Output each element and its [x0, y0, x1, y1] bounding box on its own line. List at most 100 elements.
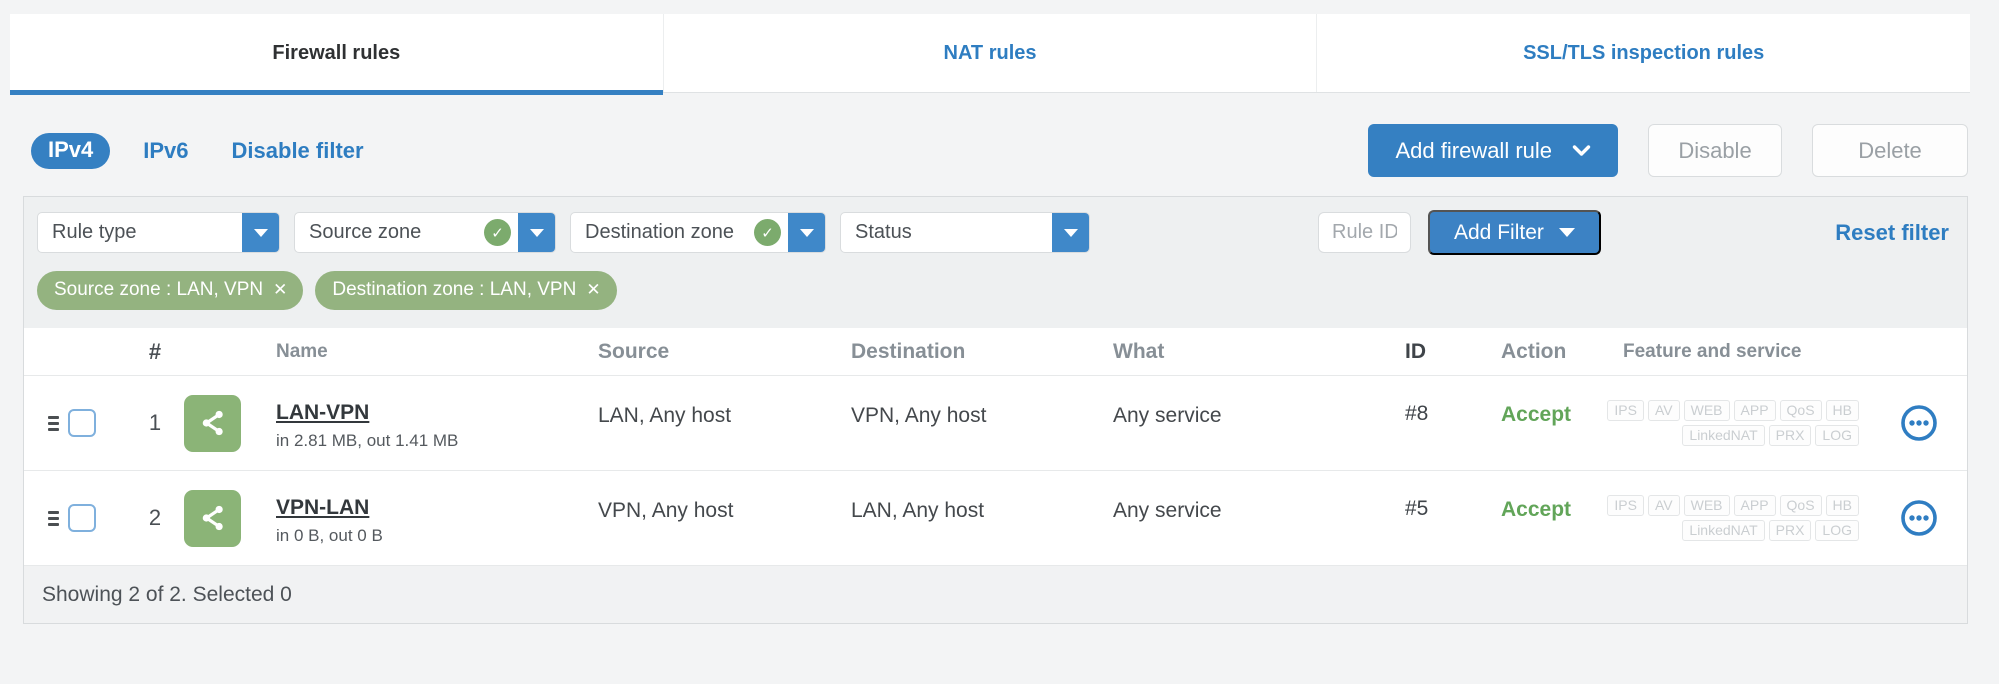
tab-firewall-rules-label: Firewall rules [272, 41, 401, 64]
row-checkbox[interactable] [68, 504, 96, 532]
source-zone-dropdown-label: Source zone [309, 221, 422, 243]
rule-id-input[interactable] [1318, 212, 1411, 253]
badge-ips: IPS [1607, 400, 1644, 421]
add-filter-button[interactable]: Add Filter [1428, 210, 1601, 255]
drag-handle[interactable] [47, 510, 59, 526]
badge-ips: IPS [1607, 495, 1644, 516]
row-checkbox[interactable] [68, 409, 96, 437]
rule-traffic-stats: in 2.81 MB, out 1.41 MB [276, 431, 459, 450]
tab-nat-rules[interactable]: NAT rules [664, 14, 1318, 92]
badge-linkednat: LinkedNAT [1682, 520, 1765, 541]
chevron-down-icon [1572, 145, 1591, 156]
cell-rule-id: #8 [1405, 402, 1429, 425]
ipv4-toggle[interactable]: IPv4 [31, 132, 111, 169]
showing-count-text: Showing 2 of 2. Selected 0 [42, 582, 292, 606]
rule-name-link[interactable]: LAN-VPN [276, 401, 369, 425]
rules-tabbar: Firewall rules NAT rules SSL/TLS inspect… [10, 14, 1970, 95]
cell-destination: VPN, Any host [851, 404, 987, 427]
cell-what: Any service [1113, 404, 1222, 427]
toolbar: IPv4 IPv6 Disable filter Add firewall ru… [31, 124, 1968, 177]
destination-zone-dropdown-label: Destination zone [585, 221, 734, 243]
badge-app: APP [1733, 400, 1776, 421]
drag-handle[interactable] [47, 415, 59, 431]
firewall-page: Firewall rules NAT rules SSL/TLS inspect… [0, 14, 1999, 684]
ipv6-toggle[interactable]: IPv6 [143, 138, 188, 164]
tab-ssl-tls-inspection-rules[interactable]: SSL/TLS inspection rules [1317, 14, 1970, 92]
badge-prx: PRX [1768, 425, 1812, 446]
filter-applied-check-icon: ✓ [754, 219, 781, 246]
filter-controls-row: Rule type Source zone ✓ Destination zone… [37, 210, 1953, 255]
feature-badges: IPS AV WEB APP QoS HB LinkedNAT PRX LOG [1607, 400, 1859, 446]
rule-type-dropdown-chevron-button[interactable] [242, 213, 279, 252]
badge-log: LOG [1815, 425, 1859, 446]
badge-log: LOG [1815, 520, 1859, 541]
chevron-down-icon [529, 228, 544, 237]
chevron-down-icon [1063, 228, 1078, 237]
table-row: 2 VPN-LAN in 0 B, out 0 B VPN, Any host … [24, 471, 1967, 566]
rule-type-share-icon [184, 489, 241, 547]
status-dropdown[interactable]: Status [840, 212, 1090, 253]
disable-filter-link[interactable]: Disable filter [232, 138, 364, 164]
close-icon[interactable]: ✕ [273, 280, 287, 300]
badge-app: APP [1733, 495, 1776, 516]
cell-action-accept: Accept [1501, 403, 1572, 426]
source-zone-dropdown[interactable]: Source zone ✓ [294, 212, 556, 253]
row-number: 1 [148, 410, 162, 435]
rule-name-link[interactable]: VPN-LAN [276, 496, 369, 520]
active-filter-chips: Source zone : LAN, VPN ✕ Destination zon… [37, 271, 1953, 310]
cell-rule-id: #5 [1405, 497, 1429, 520]
row-number: 2 [148, 505, 162, 530]
ellipsis-icon [1901, 500, 1937, 536]
source-zone-filter-chip[interactable]: Source zone : LAN, VPN ✕ [37, 271, 304, 310]
tab-firewall-rules[interactable]: Firewall rules [10, 14, 664, 95]
row-more-actions-button[interactable] [1899, 403, 1939, 443]
row-more-actions-button[interactable] [1899, 498, 1939, 538]
delete-button[interactable]: Delete [1812, 124, 1968, 177]
destination-zone-filter-chip[interactable]: Destination zone : LAN, VPN ✕ [315, 271, 617, 310]
tab-nat-rules-label: NAT rules [943, 41, 1037, 64]
badge-web: WEB [1683, 495, 1730, 516]
table-footer: Showing 2 of 2. Selected 0 [24, 566, 1967, 623]
badge-linkednat: LinkedNAT [1682, 425, 1765, 446]
chevron-down-icon [799, 228, 814, 237]
header-feature-and-service: Feature and service [1623, 340, 1802, 362]
filter-zone: Rule type Source zone ✓ Destination zone… [24, 197, 1967, 328]
close-icon[interactable]: ✕ [586, 280, 600, 300]
badge-web: WEB [1683, 400, 1730, 421]
table-row: 1 LAN-VPN in 2.81 MB, out 1.41 MB LAN, A… [24, 376, 1967, 471]
chevron-down-icon [253, 228, 268, 237]
cell-destination: LAN, Any host [851, 499, 985, 522]
destination-zone-filter-chip-label: Destination zone : LAN, VPN [332, 279, 577, 300]
badge-hb: HB [1825, 400, 1859, 421]
status-dropdown-label: Status [855, 221, 912, 243]
add-firewall-rule-button[interactable]: Add firewall rule [1368, 124, 1618, 177]
feature-badges: IPS AV WEB APP QoS HB LinkedNAT PRX LOG [1607, 495, 1859, 541]
chevron-down-icon [1558, 228, 1575, 237]
delete-button-label: Delete [1858, 137, 1922, 163]
header-destination: Destination [851, 339, 966, 363]
badge-qos: QoS [1779, 400, 1822, 421]
rule-type-dropdown[interactable]: Rule type [37, 212, 280, 253]
destination-zone-dropdown[interactable]: Destination zone ✓ [570, 212, 826, 253]
add-firewall-rule-label: Add firewall rule [1395, 137, 1552, 163]
cell-source: LAN, Any host [598, 404, 732, 427]
cell-what: Any service [1113, 499, 1222, 522]
header-name: Name [276, 340, 328, 362]
destination-zone-dropdown-chevron-button[interactable] [788, 213, 825, 252]
header-action: Action [1501, 339, 1567, 363]
status-dropdown-chevron-button[interactable] [1052, 213, 1089, 252]
badge-qos: QoS [1779, 495, 1822, 516]
badge-av: AV [1647, 495, 1680, 516]
rule-traffic-stats: in 0 B, out 0 B [276, 526, 383, 545]
rule-type-dropdown-label: Rule type [52, 221, 137, 243]
ellipsis-icon [1901, 405, 1937, 441]
table-header-row: # Name Source Destination What ID Action… [24, 328, 1967, 376]
reset-filter-link[interactable]: Reset filter [1835, 220, 1949, 246]
disable-button-label: Disable [1678, 137, 1752, 163]
disable-button[interactable]: Disable [1648, 124, 1782, 177]
badge-hb: HB [1825, 495, 1859, 516]
rules-panel: Rule type Source zone ✓ Destination zone… [23, 196, 1968, 624]
source-zone-dropdown-chevron-button[interactable] [518, 213, 555, 252]
header-number: # [148, 338, 162, 364]
filter-applied-check-icon: ✓ [484, 219, 511, 246]
